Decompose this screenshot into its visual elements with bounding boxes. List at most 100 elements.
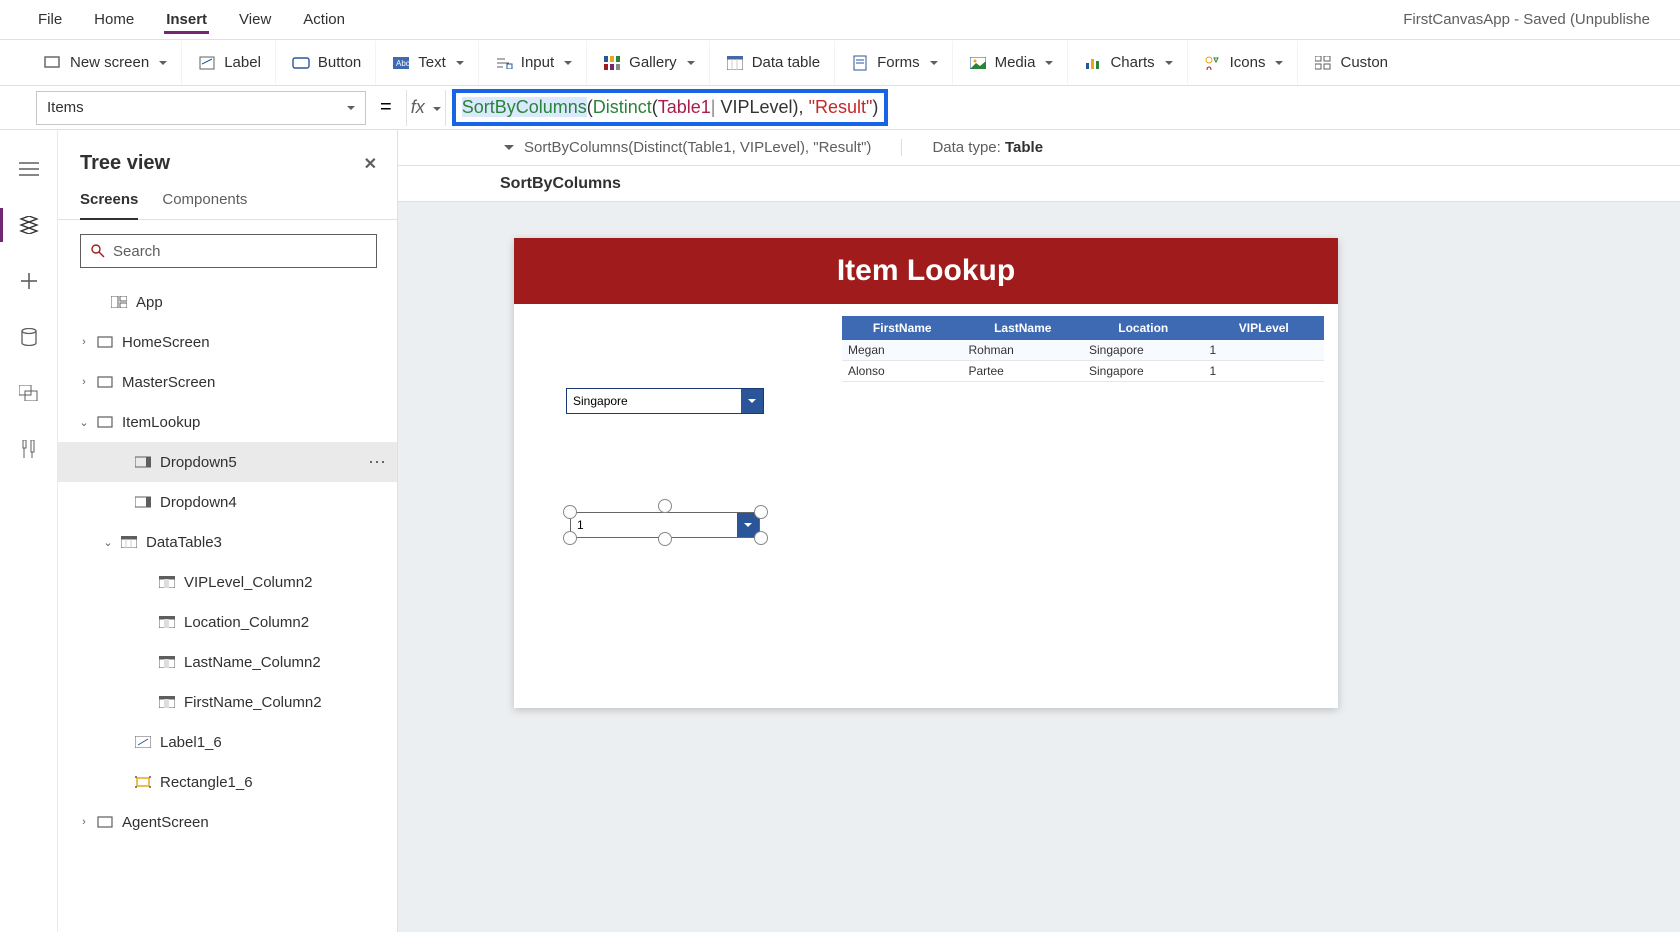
tree-search-input[interactable]: Search	[80, 234, 377, 268]
ribbon-new-screen-label: New screen	[70, 54, 149, 71]
ribbon-forms[interactable]: Forms	[837, 41, 953, 85]
tree-node-agentscreen[interactable]: ›AgentScreen	[58, 802, 397, 842]
tree-node-lastname_column2[interactable]: LastName_Column2	[58, 642, 397, 682]
tree-node-label: LastName_Column2	[184, 654, 321, 671]
tree-chevron-icon[interactable]: ›	[76, 376, 92, 388]
menu-insert[interactable]: Insert	[164, 3, 209, 36]
property-name: Items	[47, 99, 84, 116]
table-row[interactable]: Megan Rohman Singapore 1	[842, 340, 1324, 361]
ribbon-media-label: Media	[995, 54, 1036, 71]
resize-handle[interactable]	[658, 532, 672, 546]
chevron-down-icon[interactable]	[741, 389, 763, 413]
icons-icon	[1204, 55, 1222, 71]
close-icon[interactable]: ✕	[364, 154, 377, 174]
data-pane-icon[interactable]	[18, 326, 40, 348]
ribbon-text[interactable]: Abc Text	[378, 41, 479, 85]
charts-icon	[1084, 55, 1102, 71]
tree-node-datatable3[interactable]: ⌄DataTable3	[58, 522, 397, 562]
canvas-area: Item Lookup Singapore 1 FirstName LastNa…	[398, 202, 1680, 932]
column-icon	[158, 655, 176, 669]
menu-file[interactable]: File	[36, 3, 64, 36]
button-icon	[292, 55, 310, 71]
table-header-row: FirstName LastName Location VIPLevel	[842, 316, 1324, 340]
menu-home[interactable]: Home	[92, 3, 136, 36]
label-icon	[134, 735, 152, 749]
col-header[interactable]: FirstName	[842, 318, 963, 338]
chevron-down-icon	[928, 54, 938, 71]
gallery-icon	[603, 55, 621, 71]
data-table-icon	[726, 55, 744, 71]
ribbon-gallery[interactable]: Gallery	[589, 41, 710, 85]
screen-icon	[96, 415, 114, 429]
chevron-down-icon[interactable]	[504, 139, 514, 156]
tree-node-dropdown5[interactable]: Dropdown5⋯	[58, 442, 397, 482]
app-canvas[interactable]: Item Lookup Singapore 1 FirstName LastNa…	[514, 238, 1338, 708]
advanced-tools-icon[interactable]	[18, 438, 40, 460]
equals-sign: =	[380, 96, 392, 119]
screen-icon	[44, 55, 62, 71]
property-selector[interactable]: Items	[36, 91, 366, 125]
tree-chevron-icon[interactable]: ⌄	[76, 416, 92, 429]
resize-handle[interactable]	[754, 505, 768, 519]
cell: Partee	[963, 361, 1084, 381]
media-icon	[969, 55, 987, 71]
tree-node-app[interactable]: App	[58, 282, 397, 322]
ribbon-gallery-label: Gallery	[629, 54, 677, 71]
col-header[interactable]: LastName	[963, 318, 1084, 338]
tree-node-masterscreen[interactable]: ›MasterScreen	[58, 362, 397, 402]
ribbon-custom[interactable]: Custon	[1300, 41, 1402, 85]
hamburger-icon[interactable]	[18, 158, 40, 180]
tree-node-label: Dropdown4	[160, 494, 237, 511]
ribbon-button[interactable]: Button	[278, 41, 376, 85]
more-icon[interactable]: ⋯	[368, 452, 387, 473]
formula-input[interactable]: SortByColumns(Distinct(Table1| VIPLevel)…	[452, 89, 889, 126]
insert-pane-icon[interactable]	[18, 270, 40, 292]
ribbon-input[interactable]: Input	[481, 41, 587, 85]
col-header[interactable]: Location	[1083, 318, 1204, 338]
tree-chevron-icon[interactable]: ›	[76, 816, 92, 828]
menu-view[interactable]: View	[237, 3, 273, 36]
tree-node-viplevel_column2[interactable]: VIPLevel_Column2	[58, 562, 397, 602]
tab-components[interactable]: Components	[162, 191, 247, 219]
dropdown-location[interactable]: Singapore	[566, 388, 764, 414]
tree-node-label: Location_Column2	[184, 614, 309, 631]
media-pane-icon[interactable]	[18, 382, 40, 404]
app-title: FirstCanvasApp - Saved (Unpublishe	[1403, 11, 1650, 28]
tree-chevron-icon[interactable]: ›	[76, 336, 92, 348]
col-header[interactable]: VIPLevel	[1204, 318, 1325, 338]
menu-action[interactable]: Action	[301, 3, 347, 36]
tree-node-firstname_column2[interactable]: FirstName_Column2	[58, 682, 397, 722]
ribbon-text-label: Text	[418, 54, 446, 71]
tab-screens[interactable]: Screens	[80, 191, 138, 220]
fx-button[interactable]: fx	[406, 90, 446, 126]
resize-handle[interactable]	[658, 499, 672, 513]
tree-chevron-icon[interactable]: ⌄	[100, 536, 116, 549]
ribbon-new-screen[interactable]: New screen	[30, 41, 182, 85]
chevron-down-icon	[454, 54, 464, 71]
tree-node-label: Label1_6	[160, 734, 222, 751]
tree-node-label1_6[interactable]: Label1_6	[58, 722, 397, 762]
tree-view-icon[interactable]	[18, 214, 40, 236]
resize-handle[interactable]	[563, 505, 577, 519]
ribbon-data-table[interactable]: Data table	[712, 41, 835, 85]
custom-icon	[1314, 55, 1332, 71]
data-table[interactable]: FirstName LastName Location VIPLevel Meg…	[842, 316, 1324, 382]
function-name: SortByColumns	[500, 175, 621, 193]
resize-handle[interactable]	[563, 531, 577, 545]
ribbon-media[interactable]: Media	[955, 41, 1069, 85]
ribbon-label[interactable]: Label	[184, 41, 276, 85]
tree-node-homescreen[interactable]: ›HomeScreen	[58, 322, 397, 362]
ribbon-button-text: Button	[318, 54, 361, 71]
chevron-down-icon	[345, 99, 355, 116]
cell: 1	[1204, 361, 1325, 381]
tree-node-location_column2[interactable]: Location_Column2	[58, 602, 397, 642]
cell: Megan	[842, 340, 963, 360]
resize-handle[interactable]	[754, 531, 768, 545]
tree-node-itemlookup[interactable]: ⌄ItemLookup	[58, 402, 397, 442]
tree-node-dropdown4[interactable]: Dropdown4	[58, 482, 397, 522]
tree-node-rectangle1_6[interactable]: Rectangle1_6	[58, 762, 397, 802]
top-menu-bar: File Home Insert View Action FirstCanvas…	[0, 0, 1680, 40]
ribbon-charts[interactable]: Charts	[1070, 41, 1187, 85]
ribbon-icons[interactable]: Icons	[1190, 41, 1299, 85]
table-row[interactable]: Alonso Partee Singapore 1	[842, 361, 1324, 382]
